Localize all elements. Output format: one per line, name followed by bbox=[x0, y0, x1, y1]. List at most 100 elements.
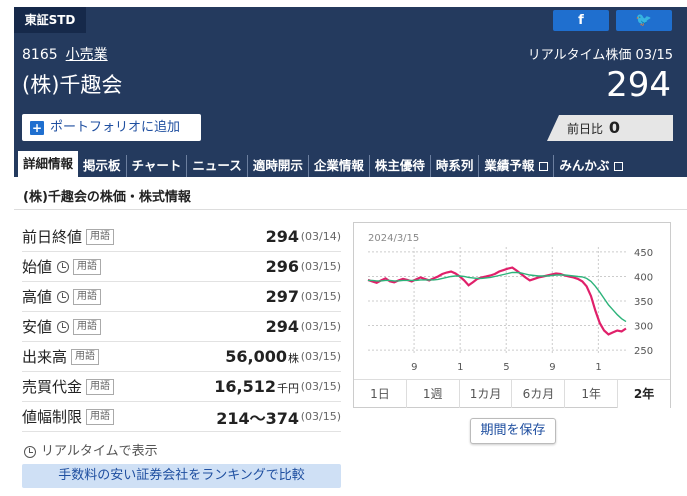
y-tick-label: 350 bbox=[634, 297, 653, 308]
stat-value-number: 296 bbox=[265, 257, 299, 276]
tab-2[interactable]: チャート bbox=[127, 155, 188, 177]
realtime-label: リアルタイム株価 03/15 bbox=[528, 44, 673, 63]
add-portfolio-label: ポートフォリオに追加 bbox=[50, 120, 181, 135]
stat-date: (03/15) bbox=[300, 290, 341, 303]
x-tick-label: 1 bbox=[457, 362, 463, 373]
range-button-1[interactable]: 1週 bbox=[407, 380, 460, 408]
stat-value: 56,000株 bbox=[225, 347, 299, 366]
change-value: 0 bbox=[608, 118, 620, 137]
realtime-note: リアルタイムで表示 bbox=[24, 440, 158, 459]
tab-4[interactable]: 適時開示 bbox=[248, 155, 309, 177]
stat-date: (03/15) bbox=[300, 380, 341, 393]
realtime-date: 03/15 bbox=[635, 48, 673, 63]
stat-label: 高値 bbox=[22, 288, 53, 306]
clock-icon bbox=[57, 320, 70, 333]
stat-date: (03/14) bbox=[300, 230, 341, 243]
stat-date: (03/15) bbox=[300, 350, 341, 363]
tab-8[interactable]: 業績予報 bbox=[479, 155, 555, 177]
clock-icon bbox=[57, 290, 70, 303]
stat-row: 前日終値 用語 294 (03/14) bbox=[22, 222, 341, 252]
category-link[interactable]: 小売業 bbox=[66, 47, 108, 63]
stat-value: 16,512千円 bbox=[214, 377, 299, 396]
tab-label: 業績予報 bbox=[484, 158, 535, 173]
twitter-share-button[interactable]: 🐦 bbox=[616, 10, 672, 31]
realtime-note-text: リアルタイムで表示 bbox=[41, 444, 158, 459]
stat-date: (03/15) bbox=[300, 320, 341, 333]
stat-value: 296 bbox=[266, 257, 299, 276]
facebook-share-button[interactable]: f bbox=[553, 10, 609, 31]
realtime-text: リアルタイム株価 bbox=[527, 48, 632, 63]
broker-ranking-button[interactable]: 手数料の安い証券会社をランキングで比較 bbox=[22, 464, 341, 488]
stat-value: 294 bbox=[266, 227, 299, 246]
external-link-icon bbox=[614, 162, 624, 171]
tab-label: 詳細情報 bbox=[23, 156, 74, 171]
stock-price: 294 bbox=[606, 65, 671, 105]
range-button-5[interactable]: 2年 bbox=[618, 380, 670, 408]
tab-0[interactable]: 詳細情報 bbox=[18, 151, 79, 177]
add-portfolio-button[interactable]: + ポートフォリオに追加 bbox=[22, 114, 201, 141]
facebook-icon: f bbox=[578, 13, 584, 28]
stat-row: 高値 用語 297 (03/15) bbox=[22, 282, 341, 312]
glossary-link[interactable]: 用語 bbox=[86, 408, 115, 425]
tab-bar: 詳細情報 掲示板 チャート ニュース 適時開示 企業情報 株主優待 時系列 業績予報 みんかぶ bbox=[14, 151, 687, 177]
glossary-link[interactable]: 用語 bbox=[73, 288, 102, 305]
glossary-link[interactable]: 用語 bbox=[86, 378, 115, 395]
tab-9[interactable]: みんかぶ bbox=[554, 155, 628, 177]
tab-label: ニュース bbox=[192, 158, 242, 173]
section-title: (株)千趣会の株価・株式情報 bbox=[23, 190, 191, 205]
plus-icon: + bbox=[30, 120, 44, 135]
stat-date: (03/15) bbox=[300, 260, 341, 273]
tab-label: 適時開示 bbox=[252, 158, 303, 173]
twitter-icon: 🐦 bbox=[635, 13, 653, 28]
tab-label: 企業情報 bbox=[313, 158, 364, 173]
stat-value: 297 bbox=[266, 287, 299, 306]
stat-date: (03/15) bbox=[300, 410, 341, 423]
price-chart: 2024/3/15 450 400 350 300 250 9 1 5 9 1 1日 1週 1カ月 6カ… bbox=[353, 222, 671, 408]
stat-label: 出来高 bbox=[22, 348, 68, 366]
stat-value-number: 294 bbox=[265, 227, 299, 246]
y-tick-label: 250 bbox=[634, 346, 653, 357]
tab-6[interactable]: 株主優待 bbox=[370, 155, 431, 177]
tab-5[interactable]: 企業情報 bbox=[309, 155, 370, 177]
y-tick-label: 300 bbox=[634, 322, 653, 333]
stat-value-number: 56,000 bbox=[225, 347, 287, 366]
series-line-1 bbox=[368, 271, 627, 323]
clock-icon bbox=[57, 260, 70, 273]
tab-label: 掲示板 bbox=[83, 158, 121, 173]
x-tick-label: 5 bbox=[503, 362, 509, 373]
chart-range-buttons: 1日 1週 1カ月 6カ月 1年 2年 bbox=[354, 379, 670, 408]
stat-label: 安値 bbox=[22, 318, 53, 336]
stat-value: 214〜374 bbox=[216, 405, 299, 429]
external-link-icon bbox=[539, 162, 549, 171]
stat-row: 安値 用語 294 (03/15) bbox=[22, 312, 341, 342]
stock-header: 東証STD f 🐦 8165 小売業 リアルタイム株価 03/15 (株)千趣会 … bbox=[14, 7, 687, 177]
tab-1[interactable]: 掲示板 bbox=[78, 155, 127, 177]
glossary-link[interactable]: 用語 bbox=[73, 318, 102, 335]
tab-label: チャート bbox=[131, 158, 182, 173]
company-name: (株)千趣会 bbox=[22, 73, 123, 97]
stat-value-number: 16,512 bbox=[214, 377, 276, 396]
glossary-link[interactable]: 用語 bbox=[73, 258, 102, 275]
chart-plot: 450 400 350 300 250 9 1 5 9 1 bbox=[367, 247, 653, 373]
tab-7[interactable]: 時系列 bbox=[431, 155, 480, 177]
stat-value-number: 297 bbox=[265, 287, 299, 306]
glossary-link[interactable]: 用語 bbox=[71, 348, 100, 365]
stat-label: 値幅制限 bbox=[22, 408, 83, 426]
y-tick-label: 450 bbox=[634, 248, 653, 259]
stat-row: 始値 用語 296 (03/15) bbox=[22, 252, 341, 282]
stat-row: 売買代金 用語 16,512千円 (03/15) bbox=[22, 372, 341, 402]
range-button-0[interactable]: 1日 bbox=[354, 380, 407, 408]
range-button-4[interactable]: 1年 bbox=[565, 380, 619, 408]
stat-row: 出来高 用語 56,000株 (03/15) bbox=[22, 342, 341, 372]
range-button-3[interactable]: 6カ月 bbox=[512, 380, 566, 408]
glossary-link[interactable]: 用語 bbox=[86, 228, 115, 245]
stats-table: 前日終値 用語 294 (03/14) 始値 用語 296 (03/15) 高値 用語 297 (03… bbox=[22, 222, 341, 432]
y-tick-label: 400 bbox=[634, 272, 653, 283]
x-tick-label: 1 bbox=[595, 362, 601, 373]
range-button-2[interactable]: 1カ月 bbox=[460, 380, 513, 408]
tab-3[interactable]: ニュース bbox=[187, 155, 248, 177]
stat-unit: 千円 bbox=[277, 382, 299, 395]
save-period-button[interactable]: 期間を保存 bbox=[470, 418, 556, 444]
x-tick-label: 9 bbox=[411, 362, 417, 373]
stat-value: 294 bbox=[266, 317, 299, 336]
